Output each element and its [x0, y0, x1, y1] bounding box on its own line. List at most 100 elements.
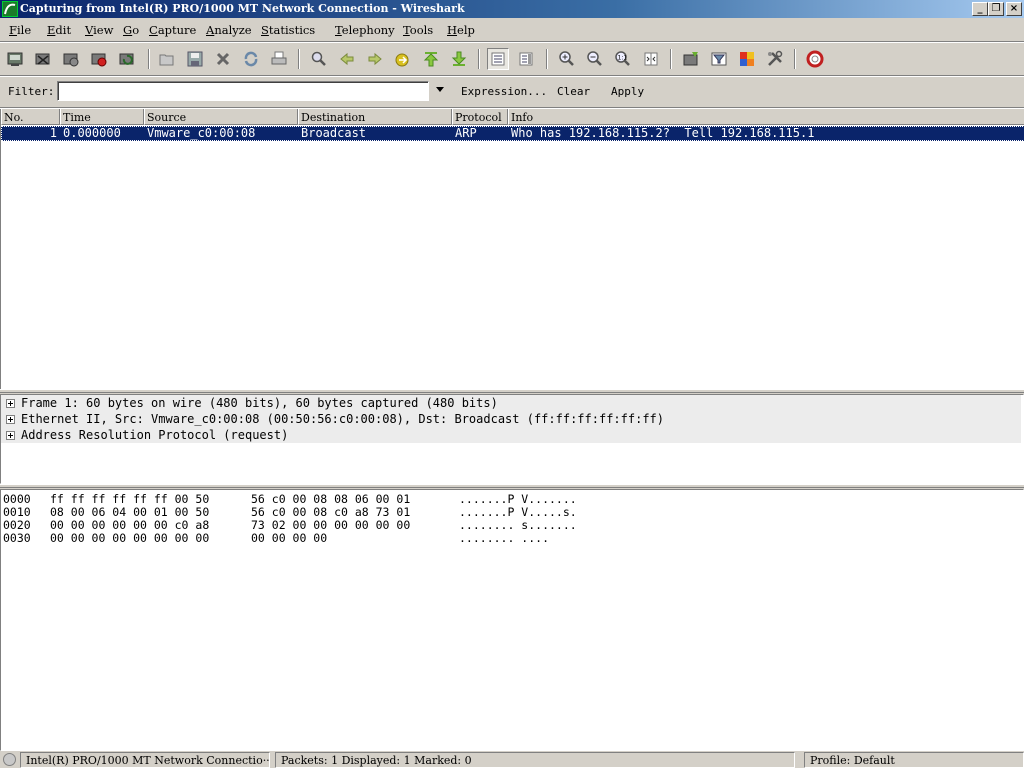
- apply-button[interactable]: Apply: [611, 85, 644, 98]
- column-header-info[interactable]: Info: [508, 109, 1024, 125]
- tree-item-arp[interactable]: Address Resolution Protocol (request): [1, 427, 1021, 443]
- help-icon[interactable]: [804, 48, 826, 70]
- menu-view[interactable]: View: [85, 23, 113, 37]
- hex-ascii[interactable]: ........ ....: [459, 531, 549, 545]
- go-last-icon[interactable]: [448, 48, 470, 70]
- toolbar-separator: [478, 49, 480, 69]
- menu-file[interactable]: File: [9, 23, 31, 37]
- packet-destination: Broadcast: [301, 126, 367, 140]
- resize-columns-icon[interactable]: [640, 48, 662, 70]
- hex-ascii[interactable]: ........ s.......: [459, 518, 577, 532]
- hex-bytes[interactable]: 56 c0 00 08 c0 a8 73 01: [251, 505, 410, 519]
- toolbar-separator: [546, 49, 548, 69]
- status-packets: Packets: 1 Displayed: 1 Marked: 0: [275, 752, 795, 768]
- hex-bytes[interactable]: ff ff ff ff ff ff 00 50: [50, 492, 209, 506]
- display-filters-icon[interactable]: [708, 48, 730, 70]
- capture-options-icon[interactable]: [32, 48, 54, 70]
- capture-filters-icon[interactable]: [680, 48, 702, 70]
- go-forward-icon[interactable]: [364, 48, 386, 70]
- menu-edit[interactable]: Edit: [47, 23, 71, 37]
- menu-tools[interactable]: Tools: [403, 23, 433, 37]
- hex-offset: 0010: [3, 505, 31, 519]
- packet-details[interactable]: Frame 1: 60 bytes on wire (480 bits), 60…: [0, 394, 1024, 484]
- hex-bytes[interactable]: 00 00 00 00: [251, 531, 327, 545]
- hex-bytes[interactable]: 56 c0 00 08 08 06 00 01: [251, 492, 410, 506]
- reload-icon[interactable]: [240, 48, 262, 70]
- menu-telephony[interactable]: Telephony: [335, 23, 395, 37]
- hex-ascii[interactable]: .......P V.......: [459, 492, 577, 506]
- column-header-source[interactable]: Source: [144, 109, 298, 125]
- packet-list[interactable]: No. Time Source Destination Protocol Inf…: [0, 109, 1024, 389]
- close-button[interactable]: ×: [1006, 2, 1022, 16]
- colorize-icon[interactable]: [487, 48, 509, 70]
- save-file-icon[interactable]: [184, 48, 206, 70]
- column-header-protocol[interactable]: Protocol: [452, 109, 508, 125]
- toolbar-separator: [794, 49, 796, 69]
- expand-icon[interactable]: [6, 431, 15, 440]
- packet-bytes[interactable]: 0000 ff ff ff ff ff ff 00 50 56 c0 00 08…: [0, 489, 1024, 751]
- expand-icon[interactable]: [6, 415, 15, 424]
- column-header-no[interactable]: No.: [1, 109, 60, 125]
- auto-scroll-icon[interactable]: [515, 48, 537, 70]
- filter-label: Filter:: [8, 85, 55, 98]
- menu-go[interactable]: Go: [123, 23, 139, 37]
- toolbar-separator: [148, 49, 150, 69]
- tree-item-label: Address Resolution Protocol (request): [21, 428, 289, 442]
- expert-info-icon[interactable]: [3, 753, 16, 766]
- menu-analyze[interactable]: Analyze: [206, 23, 252, 37]
- print-icon[interactable]: [268, 48, 290, 70]
- stop-capture-icon[interactable]: [88, 48, 110, 70]
- toolbar-separator: [298, 49, 300, 69]
- minimize-button[interactable]: _: [972, 2, 988, 16]
- zoom-in-icon[interactable]: [556, 48, 578, 70]
- tree-item-frame[interactable]: Frame 1: 60 bytes on wire (480 bits), 60…: [1, 395, 1021, 411]
- tree-item-label: Ethernet II, Src: Vmware_c0:00:08 (00:50…: [21, 412, 664, 426]
- column-header-destination[interactable]: Destination: [298, 109, 452, 125]
- hex-bytes[interactable]: 08 00 06 04 00 01 00 50: [50, 505, 209, 519]
- restart-capture-icon[interactable]: [116, 48, 138, 70]
- menu-statistics[interactable]: Statistics: [261, 23, 315, 37]
- close-file-icon[interactable]: [212, 48, 234, 70]
- expand-icon[interactable]: [6, 399, 15, 408]
- wireshark-logo-icon: [2, 1, 18, 17]
- menu-bar: File Edit View Go Capture Analyze Statis…: [0, 20, 1024, 40]
- status-interface: Intel(R) PRO/1000 MT Network Connectio··…: [20, 752, 270, 768]
- packet-info: Who has 192.168.115.2? Tell 192.168.115.…: [511, 126, 815, 140]
- svg-text:1:1: 1:1: [618, 55, 628, 62]
- hex-ascii[interactable]: .......P V.....s.: [459, 505, 577, 519]
- packet-time: 0.000000: [63, 126, 121, 140]
- packet-row[interactable]: 1 0.000000 Vmware_c0:00:08 Broadcast ARP…: [1, 126, 1024, 141]
- open-file-icon[interactable]: [156, 48, 178, 70]
- filter-input[interactable]: [57, 81, 429, 101]
- pane-splitter[interactable]: [0, 484, 1024, 488]
- zoom-out-icon[interactable]: [584, 48, 606, 70]
- normal-size-icon[interactable]: 1:1: [612, 48, 634, 70]
- column-header-time[interactable]: Time: [60, 109, 144, 125]
- go-to-packet-icon[interactable]: [392, 48, 414, 70]
- hex-row: 0010 08 00 06 04 00 01 00 50 56 c0 00 08…: [3, 505, 577, 519]
- preferences-icon[interactable]: [764, 48, 786, 70]
- hex-row: 0030 00 00 00 00 00 00 00 00 00 00 00 00…: [3, 531, 549, 545]
- toolbar-separator: [670, 49, 672, 69]
- clear-button[interactable]: Clear: [557, 85, 590, 98]
- go-back-icon[interactable]: [336, 48, 358, 70]
- restore-button[interactable]: ❐: [988, 2, 1004, 16]
- menu-capture[interactable]: Capture: [149, 23, 196, 37]
- filter-dropdown-icon[interactable]: [436, 87, 444, 92]
- hex-bytes[interactable]: 73 02 00 00 00 00 00 00: [251, 518, 410, 532]
- start-capture-icon[interactable]: [60, 48, 82, 70]
- interface-list-icon[interactable]: [4, 48, 26, 70]
- pane-splitter[interactable]: [0, 389, 1024, 393]
- status-profile[interactable]: Profile: Default: [804, 752, 1024, 768]
- coloring-rules-icon[interactable]: [736, 48, 758, 70]
- tree-item-ethernet[interactable]: Ethernet II, Src: Vmware_c0:00:08 (00:50…: [1, 411, 1021, 427]
- expression-button[interactable]: Expression...: [461, 85, 547, 98]
- hex-bytes[interactable]: 00 00 00 00 00 00 00 00: [50, 531, 209, 545]
- title-bar[interactable]: Capturing from Intel(R) PRO/1000 MT Netw…: [0, 0, 1024, 18]
- packet-source: Vmware_c0:00:08: [147, 126, 256, 140]
- status-bar: Intel(R) PRO/1000 MT Network Connectio··…: [0, 751, 1024, 768]
- menu-help[interactable]: Help: [447, 23, 475, 37]
- find-packet-icon[interactable]: [308, 48, 330, 70]
- hex-bytes[interactable]: 00 00 00 00 00 00 c0 a8: [50, 518, 209, 532]
- go-first-icon[interactable]: [420, 48, 442, 70]
